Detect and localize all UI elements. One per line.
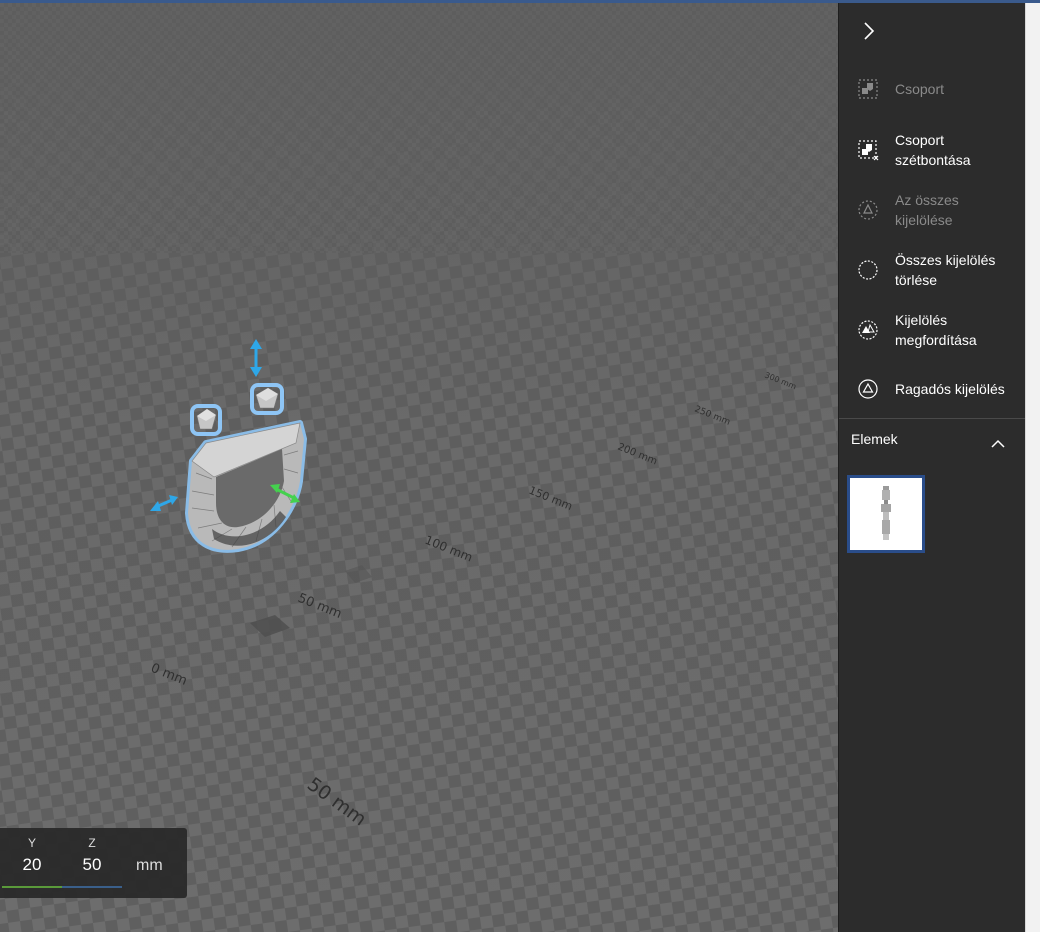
y-axis-label: Y: [27, 836, 36, 850]
sticky-selection-icon: [858, 379, 878, 399]
elements-collapse-button[interactable]: [987, 433, 1009, 455]
panel-divider: [839, 418, 1026, 419]
ungroup-icon: [858, 140, 879, 161]
ungroup-label: Csoport szétbontása: [895, 132, 971, 168]
deselect-all-icon: [858, 260, 878, 280]
deselect-all-button[interactable]: Összes kijelölés törlése: [839, 244, 1026, 296]
chevron-up-icon: [991, 439, 1005, 448]
deselect-all-label: Összes kijelölés törlése: [895, 252, 996, 288]
collapse-panel-button[interactable]: [857, 19, 881, 43]
select-all-label: Az összes kijelölése: [895, 192, 959, 228]
sticky-selection-button[interactable]: Ragadós kijelölés: [839, 364, 1026, 414]
z-axis-label: Z: [88, 836, 96, 850]
select-all-icon: [858, 200, 878, 220]
invert-selection-button[interactable]: Kijelölés megfordítása: [839, 304, 1026, 356]
chevron-right-icon: [864, 22, 875, 40]
y-underline: [2, 886, 62, 888]
window-edge: [1025, 3, 1040, 932]
z-dimension-value: 50: [82, 855, 102, 874]
group-label: Csoport: [895, 81, 945, 97]
elements-section-title: Elemek: [851, 431, 898, 447]
z-dimension-input[interactable]: 50: [62, 854, 122, 892]
3d-viewport[interactable]: 0 mm 50 mm 100 mm 150 mm 200 mm 250 mm 3…: [0, 3, 838, 932]
dimension-unit: mm: [136, 857, 163, 874]
ungroup-button[interactable]: Csoport szétbontása: [839, 124, 1026, 176]
model-thumbnail[interactable]: [847, 475, 925, 553]
selection-panel: Csoport Csoport szétbontása Az összes ki…: [838, 3, 1026, 932]
invert-selection-icon: [858, 320, 878, 340]
model-preview-image: [850, 478, 922, 550]
y-dimension-input[interactable]: 20: [2, 854, 62, 892]
dimension-panel: Y 20 Z 50 mm: [0, 828, 187, 898]
select-all-button[interactable]: Az összes kijelölése: [839, 184, 1026, 236]
group-button[interactable]: Csoport: [839, 64, 1026, 114]
y-dimension-value: 20: [22, 855, 42, 874]
z-underline: [62, 886, 122, 888]
invert-selection-label: Kijelölés megfordítása: [895, 312, 977, 348]
sticky-selection-label: Ragadós kijelölés: [895, 381, 1005, 397]
group-icon: [858, 79, 878, 99]
